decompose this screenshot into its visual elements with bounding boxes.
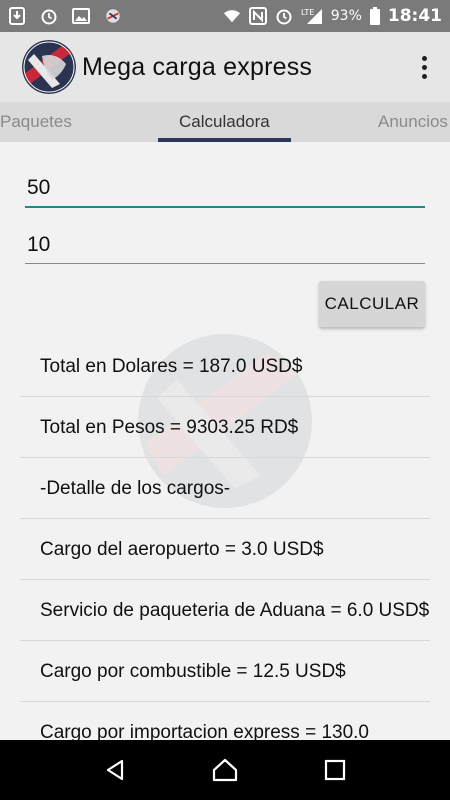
overflow-menu-button[interactable]: [412, 47, 436, 87]
download-icon: [8, 7, 26, 25]
back-button[interactable]: [95, 750, 135, 790]
value-input[interactable]: 10: [25, 224, 425, 264]
tab-paquetes[interactable]: Paquetes: [0, 112, 72, 132]
list-item[interactable]: Cargo por importacion express = 130.0: [20, 702, 430, 741]
home-button[interactable]: [205, 750, 245, 790]
battery-icon: [369, 7, 380, 25]
calculator-panel: 50 10 CALCULAR Total en Dolares = 187.0 …: [0, 142, 450, 740]
alarm-icon: [275, 7, 293, 25]
dot: [421, 73, 427, 79]
weight-input[interactable]: 50: [25, 168, 425, 208]
nfc-icon: [248, 7, 267, 25]
app-icon: [104, 7, 122, 25]
tab-bar: Paquetes Calculadora Anuncios: [0, 102, 450, 142]
recents-button[interactable]: [315, 750, 355, 790]
network-type: LTE: [301, 8, 314, 17]
results-list: Total en Dolares = 187.0 USD$ Total en P…: [20, 336, 430, 740]
app-title: Mega carga express: [82, 52, 313, 81]
clock: 18:41: [387, 6, 442, 26]
status-bar: LTE 93% 18:41: [0, 0, 450, 32]
wifi-icon: [223, 7, 241, 25]
recents-icon: [324, 759, 346, 781]
back-icon: [106, 759, 124, 781]
app-bar: Mega carga express: [0, 32, 450, 102]
alarm-icon: [40, 7, 58, 25]
dot: [421, 64, 427, 70]
home-icon: [212, 758, 238, 782]
list-item[interactable]: Total en Pesos = 9303.25 RD$: [20, 397, 430, 458]
list-item[interactable]: Servicio de paqueteria de Aduana = 6.0 U…: [20, 580, 430, 641]
calculate-button[interactable]: CALCULAR: [319, 281, 425, 327]
list-item[interactable]: Cargo del aeropuerto = 3.0 USD$: [20, 519, 430, 580]
image-icon: [72, 7, 90, 25]
list-item[interactable]: Cargo por combustible = 12.5 USD$: [20, 641, 430, 702]
tab-anuncios[interactable]: Anuncios: [378, 112, 448, 132]
navigation-bar: [0, 740, 450, 800]
dot: [421, 55, 427, 61]
app-logo: [22, 40, 76, 94]
list-item[interactable]: Total en Dolares = 187.0 USD$: [20, 336, 430, 397]
signal-icon: LTE: [301, 7, 323, 25]
battery-percent: 93%: [330, 8, 362, 24]
list-item[interactable]: -Detalle de los cargos-: [20, 458, 430, 519]
tab-calculadora[interactable]: Calculadora: [179, 112, 270, 132]
